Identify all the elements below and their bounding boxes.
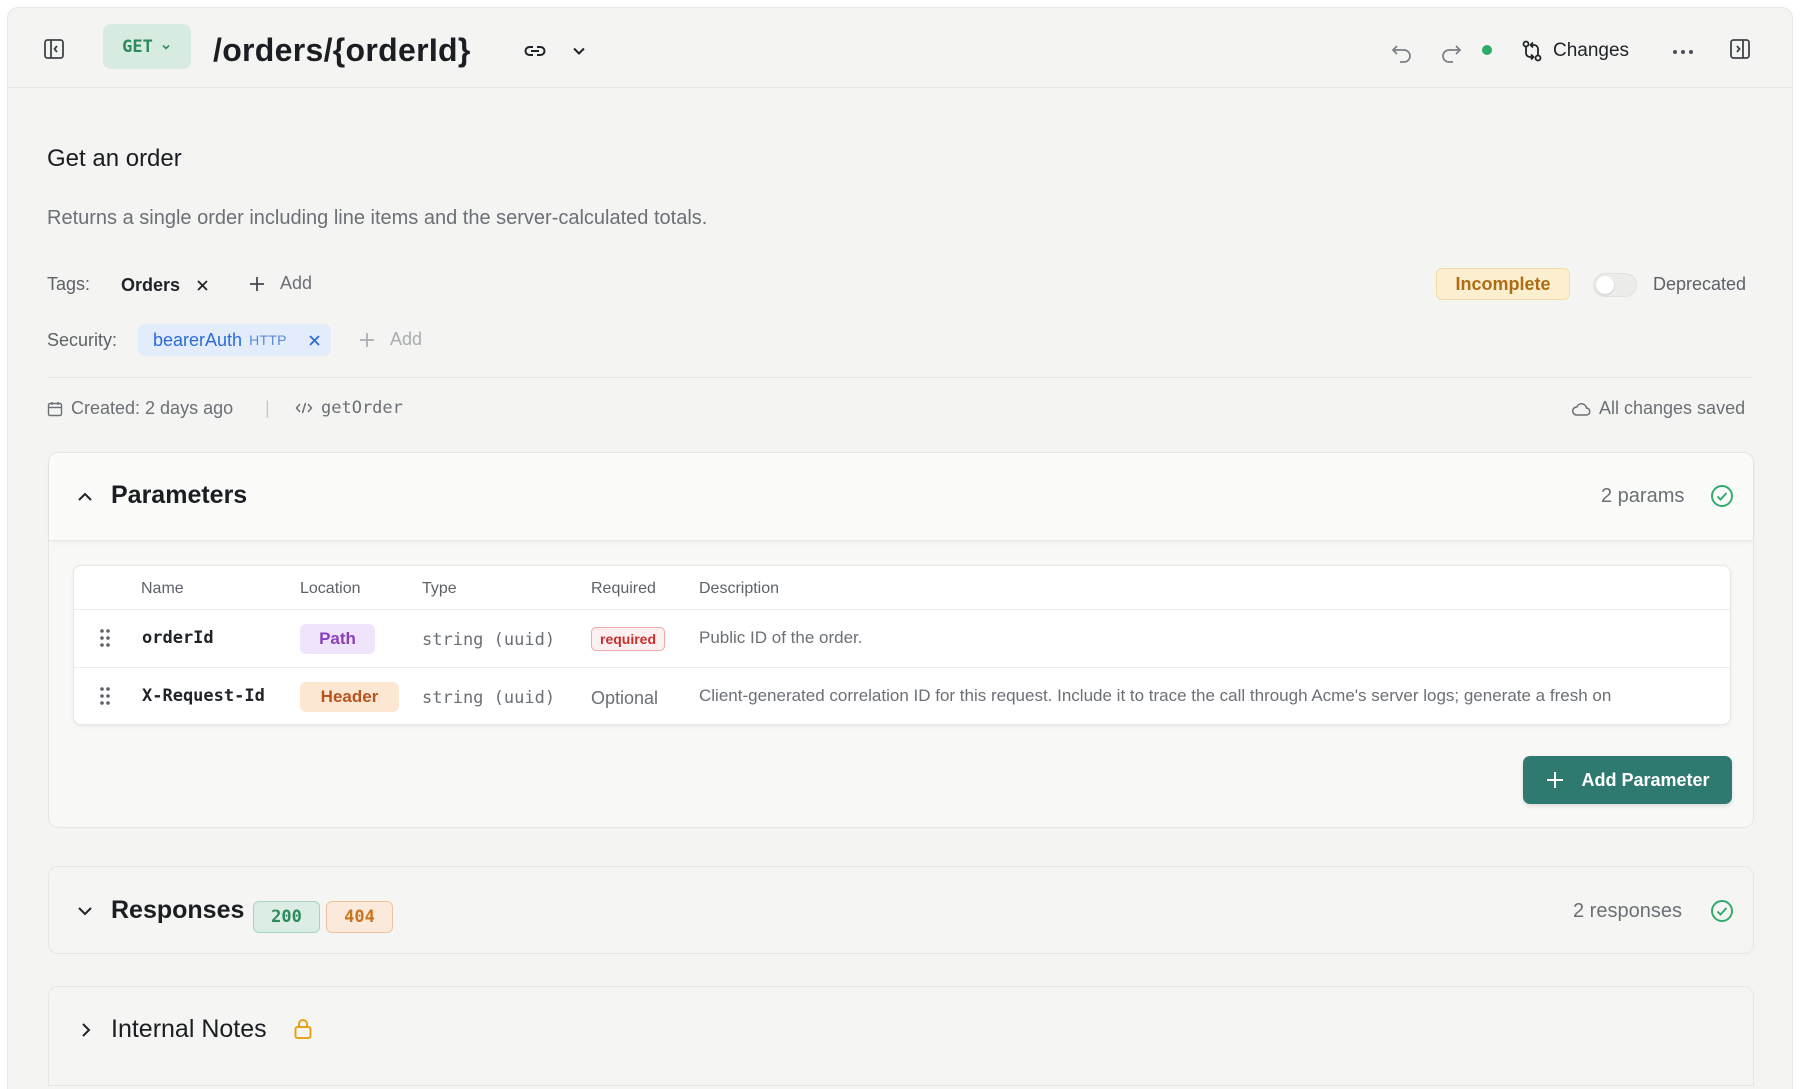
undo-icon[interactable] (1390, 42, 1414, 64)
add-parameter-button[interactable]: Add Parameter (1523, 756, 1732, 804)
calendar-icon (47, 401, 63, 416)
check-circle-icon (1711, 485, 1733, 507)
optional-label[interactable]: Optional (591, 688, 658, 709)
add-security-label: Add (390, 329, 423, 349)
parameters-table: Name Location Type Required Description … (73, 565, 1731, 725)
toggle-left-sidebar-icon[interactable] (42, 37, 66, 61)
internal-notes-section[interactable]: Internal Notes (48, 986, 1754, 1086)
param-type[interactable]: string (uuid) (422, 688, 555, 708)
chevron-down-icon (162, 44, 170, 50)
security-label: Security: (47, 330, 118, 350)
column-header-name: Name (141, 580, 184, 597)
tag-chip-label: Orders (121, 274, 181, 295)
changes-button[interactable]: Changes (1520, 38, 1629, 64)
deprecated-label: Deprecated (1653, 274, 1747, 294)
code-icon (295, 402, 313, 414)
add-tag-label: Add (280, 273, 313, 293)
redo-icon[interactable] (1439, 42, 1463, 64)
deprecated-toggle[interactable] (1593, 273, 1637, 297)
chevron-right-icon (82, 1023, 91, 1037)
tag-chip-orders: Orders (121, 273, 209, 297)
meta-separator: | (265, 398, 270, 418)
plus-icon (250, 276, 264, 291)
copy-link-icon[interactable] (521, 39, 549, 63)
security-scheme-type: HTTP (249, 332, 287, 348)
more-link-options-chevron-icon[interactable] (569, 41, 589, 61)
column-header-description: Description (699, 580, 780, 597)
remove-tag-icon[interactable] (196, 279, 209, 292)
save-status-label: All changes saved (1599, 398, 1746, 418)
created-date: Created: 2 days ago (71, 398, 234, 418)
param-description[interactable]: Client-generated correlation ID for this… (699, 686, 1611, 706)
operation-id: getOrder (321, 398, 403, 418)
changes-label: Changes (1553, 40, 1630, 61)
param-description[interactable]: Public ID of the order. (699, 628, 862, 648)
column-header-required: Required (591, 580, 656, 597)
table-row[interactable]: orderId Path string (uuid) required Publ… (74, 609, 1730, 667)
param-name[interactable]: X-Request-Id (142, 686, 265, 706)
param-type[interactable]: string (uuid) (422, 630, 555, 650)
http-method-select[interactable]: GET (103, 24, 191, 69)
drag-handle-icon[interactable] (99, 686, 111, 706)
tags-label: Tags: (47, 274, 91, 294)
remove-security-icon[interactable] (308, 334, 321, 347)
unsaved-status-dot (1482, 45, 1492, 55)
column-header-type: Type (422, 580, 457, 597)
table-row[interactable]: X-Request-Id Header string (uuid) Option… (74, 667, 1730, 724)
responses-title: Responses (111, 896, 245, 924)
security-scheme-name: bearerAuth (153, 329, 243, 350)
plus-icon (1547, 772, 1564, 788)
internal-notes-title: Internal Notes (111, 1015, 267, 1043)
endpoint-description[interactable]: Returns a single order including line it… (47, 207, 707, 230)
operation-id-meta[interactable]: getOrder (295, 398, 403, 418)
parameters-section: Parameters 2 params Name Location Type R… (48, 452, 1754, 828)
add-security-button[interactable]: Add (358, 329, 422, 350)
top-bar: GET /orders/{orderId} Changes (8, 8, 1792, 88)
column-header-location: Location (300, 580, 361, 597)
required-badge[interactable]: required (591, 627, 666, 651)
git-compare-icon (1522, 40, 1542, 62)
editor-page: GET /orders/{orderId} Changes Get an ord (8, 8, 1792, 1089)
cloud-icon (1571, 402, 1591, 416)
endpoint-summary[interactable]: Get an order (47, 145, 182, 173)
header-divider (47, 377, 1753, 378)
chevron-up-icon (78, 492, 92, 501)
http-method-label: GET (122, 36, 153, 57)
save-status: All changes saved (1571, 398, 1745, 419)
drag-handle-icon[interactable] (99, 628, 111, 648)
lock-icon (294, 1019, 312, 1039)
created-meta: Created: 2 days ago (47, 398, 233, 419)
toggle-right-panel-icon[interactable] (1728, 37, 1752, 61)
security-scheme-chip: bearerAuth HTTP (138, 324, 331, 356)
responses-count: 2 responses (1573, 900, 1682, 922)
parameters-title: Parameters (111, 481, 248, 509)
status-badge: Incomplete (1436, 268, 1570, 300)
parameters-count: 2 params (1601, 485, 1685, 507)
param-location-badge[interactable]: Header (300, 682, 399, 712)
param-name[interactable]: orderId (142, 628, 214, 648)
endpoint-path[interactable]: /orders/{orderId} (213, 32, 471, 69)
parameters-header[interactable]: Parameters 2 params (49, 453, 1753, 541)
plus-icon (360, 332, 374, 347)
param-location-badge[interactable]: Path (300, 624, 375, 654)
add-parameter-label: Add Parameter (1581, 769, 1710, 790)
check-circle-icon (1711, 900, 1733, 922)
add-tag-button[interactable]: Add (248, 273, 312, 294)
response-code-404-badge[interactable]: 404 (326, 901, 393, 933)
more-options-icon[interactable] (1671, 42, 1695, 62)
response-code-200-badge[interactable]: 200 (253, 901, 320, 933)
chevron-down-icon (78, 907, 92, 916)
